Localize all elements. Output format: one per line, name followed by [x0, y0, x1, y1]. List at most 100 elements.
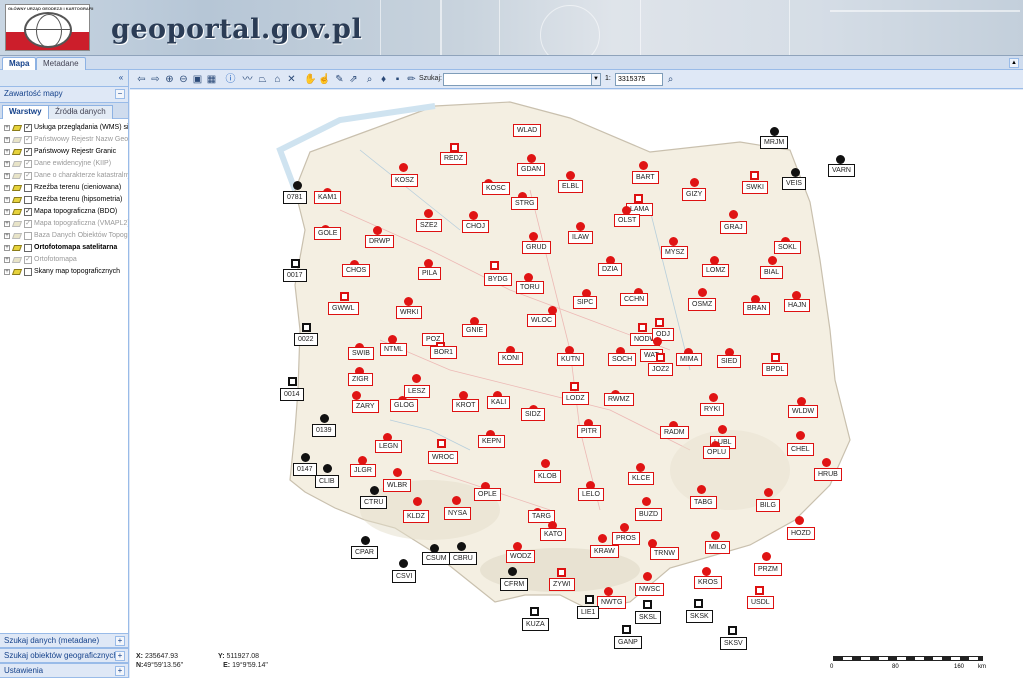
station-label[interactable]: CSVI: [392, 570, 417, 583]
station-dot-icon[interactable]: [412, 374, 421, 383]
station-label[interactable]: 0017: [283, 269, 307, 282]
station-dot-icon[interactable]: [764, 488, 773, 497]
station-label[interactable]: BART: [632, 171, 659, 184]
layer-checkbox[interactable]: [24, 196, 32, 204]
map-view[interactable]: WLAD REDZ MRJM VARN VEIS GDAN KOSZ KOSC ELBL BART…: [130, 90, 1023, 678]
layer-checkbox[interactable]: ✓: [24, 172, 32, 180]
station-square-icon[interactable]: [622, 625, 631, 634]
station-label[interactable]: DZIA: [598, 263, 622, 276]
layer-checkbox[interactable]: ✓: [24, 220, 32, 228]
station-label[interactable]: KUZA: [522, 618, 549, 631]
station-dot-icon[interactable]: [413, 497, 422, 506]
station-label[interactable]: CHOJ: [462, 220, 490, 233]
zoom-box-icon[interactable]: ▣: [192, 74, 203, 85]
station-dot-icon[interactable]: [373, 226, 382, 235]
layer-checkbox[interactable]: ✓: [24, 124, 32, 132]
station-dot-icon[interactable]: [796, 431, 805, 440]
station-label[interactable]: CHOS: [342, 264, 371, 277]
station-label[interactable]: PILA: [418, 267, 442, 280]
station-label[interactable]: KLOB: [534, 470, 561, 483]
station-label[interactable]: MRJM: [760, 136, 789, 149]
station-dot-icon[interactable]: [643, 572, 652, 581]
station-label[interactable]: WROC: [428, 451, 459, 464]
station-label[interactable]: OPLE: [474, 488, 501, 501]
station-square-icon[interactable]: [634, 194, 643, 203]
save-icon[interactable]: ▪: [392, 74, 403, 85]
tab-mapa[interactable]: Mapa: [2, 57, 37, 70]
layer-checkbox[interactable]: ✓: [24, 208, 32, 216]
station-dot-icon[interactable]: [352, 391, 361, 400]
station-square-icon[interactable]: [728, 626, 737, 635]
station-dot-icon[interactable]: [770, 127, 779, 136]
station-label[interactable]: OPLU: [703, 446, 731, 459]
expand-icon[interactable]: +: [4, 173, 10, 179]
station-label[interactable]: 0022: [294, 333, 318, 346]
station-label[interactable]: MIMA: [676, 353, 703, 366]
station-label[interactable]: GRAJ: [720, 221, 747, 234]
station-label[interactable]: KOSZ: [391, 174, 419, 187]
station-label[interactable]: ELBL: [558, 180, 584, 193]
station-label[interactable]: WLOC: [527, 314, 556, 327]
station-dot-icon[interactable]: [576, 222, 585, 231]
station-dot-icon[interactable]: [709, 393, 718, 402]
panel-search-metadata[interactable]: Szukaj danych (metadane) +: [0, 633, 128, 648]
station-label[interactable]: KALI: [487, 396, 511, 409]
collapse-left-icon[interactable]: «: [116, 73, 126, 83]
station-dot-icon[interactable]: [598, 534, 607, 543]
layer-checkbox[interactable]: [24, 244, 32, 252]
station-label[interactable]: KLDZ: [403, 510, 429, 523]
station-label[interactable]: CSUM: [422, 552, 451, 565]
station-label[interactable]: RYKI: [700, 403, 725, 416]
station-label[interactable]: RADM: [660, 426, 689, 439]
measure-line-icon[interactable]: 〰: [242, 74, 253, 85]
station-label[interactable]: GDAN: [517, 163, 546, 176]
chevron-down-icon[interactable]: ▼: [591, 73, 601, 86]
station-label[interactable]: SKSK: [686, 610, 713, 623]
station-label[interactable]: BIAL: [760, 266, 784, 279]
station-label[interactable]: VEIS: [782, 177, 806, 190]
layer-row[interactable]: + ✓ Państwowy Rejestr Nazw Geo: [0, 134, 128, 146]
bucket-icon[interactable]: ♦: [378, 74, 389, 85]
station-label[interactable]: WODZ: [506, 550, 536, 563]
station-dot-icon[interactable]: [642, 497, 651, 506]
layer-row[interactable]: + Rzeźba terenu (cieniowana): [0, 182, 128, 194]
clear-icon[interactable]: ✕: [286, 74, 297, 85]
layer-row[interactable]: + ✓ Dane ewidencyjne (KIIP): [0, 158, 128, 170]
station-dot-icon[interactable]: [768, 256, 777, 265]
station-dot-icon[interactable]: [370, 486, 379, 495]
search-input[interactable]: [443, 73, 601, 86]
station-square-icon[interactable]: [755, 586, 764, 595]
station-label[interactable]: MYSZ: [661, 246, 689, 259]
station-label[interactable]: LIE1: [577, 606, 600, 619]
station-square-icon[interactable]: [655, 318, 664, 327]
station-label[interactable]: KROS: [694, 576, 722, 589]
station-label[interactable]: SWIB: [348, 347, 374, 360]
layer-row[interactable]: + ✓ Dane o charakterze katastralnym: [0, 170, 128, 182]
layer-row[interactable]: + ✓ Ortofotomapa: [0, 254, 128, 266]
station-dot-icon[interactable]: [393, 468, 402, 477]
gugik-logo[interactable]: GŁÓWNY URZĄD GEODEZJI I KARTOGRAFII: [5, 4, 93, 51]
station-square-icon[interactable]: [302, 323, 311, 332]
station-label[interactable]: SWKI: [742, 181, 768, 194]
expand-icon[interactable]: +: [4, 269, 10, 275]
station-label[interactable]: TABG: [690, 496, 717, 509]
station-dot-icon[interactable]: [822, 458, 831, 467]
station-label[interactable]: TRNW: [650, 547, 679, 560]
station-label[interactable]: VARN: [828, 164, 855, 177]
expand-icon[interactable]: +: [4, 149, 10, 155]
station-label[interactable]: CPAR: [351, 546, 378, 559]
station-label[interactable]: KROT: [452, 399, 480, 412]
station-label[interactable]: WLDW: [788, 405, 819, 418]
panel-search-geo-objects[interactable]: Szukaj obiektów geograficznych +: [0, 648, 128, 663]
map-content-title[interactable]: Zawartość mapy −: [0, 87, 128, 103]
station-dot-icon[interactable]: [669, 237, 678, 246]
station-label[interactable]: LODZ: [562, 392, 589, 405]
layer-checkbox[interactable]: ✓: [24, 160, 32, 168]
forward-icon[interactable]: ⇨: [150, 74, 161, 85]
expand-icon[interactable]: +: [4, 161, 10, 167]
station-label[interactable]: KATO: [540, 528, 567, 541]
station-label[interactable]: CFRM: [500, 578, 529, 591]
panel-settings[interactable]: Ustawienia +: [0, 663, 128, 678]
station-dot-icon[interactable]: [791, 168, 800, 177]
station-dot-icon[interactable]: [718, 425, 727, 434]
